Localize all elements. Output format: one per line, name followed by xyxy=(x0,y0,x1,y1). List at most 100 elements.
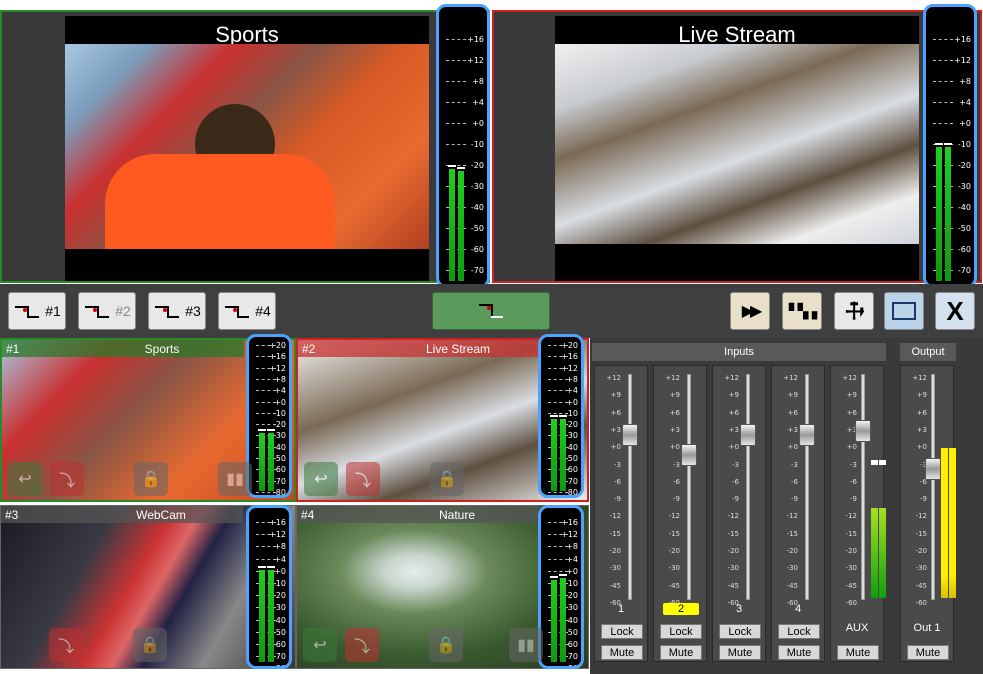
close-x-icon: X xyxy=(946,295,964,326)
transition-icon[interactable]: ↩ xyxy=(304,462,338,496)
meter-tick xyxy=(256,534,276,536)
fader-knob[interactable] xyxy=(622,424,638,447)
fader-scale-label: +12 xyxy=(783,374,798,382)
multi-cut-button[interactable]: ▘▚▗ xyxy=(782,292,822,330)
lock-icon[interactable]: 🔒 xyxy=(134,462,168,496)
fader-knob[interactable] xyxy=(799,424,815,447)
fader-scale-label: +12 xyxy=(724,374,739,382)
fader-scale-label: -6 xyxy=(614,477,621,486)
strip-name: 4 xyxy=(794,603,802,615)
fader-scale-label: +0 xyxy=(787,443,798,452)
lock-icon[interactable]: 🔒 xyxy=(430,462,464,496)
fader-scale-label: -12 xyxy=(609,512,621,521)
cut-icon xyxy=(153,300,181,322)
meter-bar xyxy=(559,415,567,491)
meter-tick xyxy=(446,144,466,145)
lock-button[interactable]: Lock xyxy=(719,624,761,639)
fader-scale-label: -6 xyxy=(732,477,739,486)
fader-scale-label: -20 xyxy=(915,547,927,555)
fader-scale-label: -3 xyxy=(850,460,857,469)
mixer-strip: +12 +9 +6 +3 +0 -3 -6 -9 -12 -15 -20 -30 -45 -60 Out 1… xyxy=(900,365,956,662)
fader-scale-label: -30 xyxy=(727,564,739,573)
cut-input-label: #3 xyxy=(185,303,201,319)
fullscreen-button[interactable] xyxy=(884,292,924,330)
meter-bar xyxy=(550,576,558,662)
meter-tick xyxy=(256,390,276,392)
fader-scale-label: +6 xyxy=(787,408,798,417)
lock-button[interactable]: Lock xyxy=(778,624,820,639)
fader-scale-label: -30 xyxy=(845,564,857,573)
fader-scale-label: -45 xyxy=(668,581,680,590)
lock-icon[interactable]: 🔒 xyxy=(133,628,167,662)
meter-tick xyxy=(548,356,568,358)
inputs-header: Inputs xyxy=(592,343,886,361)
cut-input-label: #2 xyxy=(115,303,131,319)
meter-tick xyxy=(446,60,466,61)
meter-tick xyxy=(933,81,953,82)
meter-tick xyxy=(933,39,953,40)
audio-meter-input-1: +20 +16 +12 +8 +4 +0 -10 -20 -30 -40 -50 -60 -70 -80 xyxy=(246,334,292,498)
fader-scale-label: -20 xyxy=(668,547,680,555)
cut-input-3-button[interactable]: #3 xyxy=(148,292,206,330)
transition-icon[interactable]: ↩ xyxy=(8,462,42,496)
mute-button[interactable]: Mute xyxy=(837,645,879,660)
cut-icon[interactable]: ⤵ xyxy=(49,628,83,662)
audio-mixer: Inputs Output +12 +9 +6 +3 +0 -3 -6 -9 -12 -15 -20… xyxy=(590,338,983,674)
mute-button[interactable]: Mute xyxy=(601,645,643,660)
wrench-icon: ⚒ xyxy=(838,294,871,327)
fader-scale-label: -20 xyxy=(845,547,857,555)
fader-scale-label: -3 xyxy=(673,460,680,469)
fader-scale-label: +3 xyxy=(669,425,680,434)
meter-tick xyxy=(548,412,568,414)
tile-number: #3 xyxy=(5,508,19,522)
fader-scale-label: +0 xyxy=(728,443,739,452)
meter-tick xyxy=(548,522,568,523)
pause-icon[interactable]: ▮▮ xyxy=(509,628,543,662)
audio-meter-input-4: +16 +12 +8 +4 +0 -10 -20 -30 -40 -50 -60 -70 -80 xyxy=(538,505,584,669)
meter-bar xyxy=(559,574,567,662)
cut-icon[interactable]: ⤵ xyxy=(50,462,84,496)
fader-scale-label: -15 xyxy=(915,529,927,538)
fader-scale-label: -60 xyxy=(915,598,927,607)
cut-main-button[interactable] xyxy=(432,292,550,330)
lock-button[interactable]: Lock xyxy=(660,624,702,639)
cut-input-1-button[interactable]: #1 xyxy=(8,292,66,330)
fader-scale-label: -20 xyxy=(609,547,621,555)
fader-scale-label: +0 xyxy=(610,443,621,452)
meter-tick xyxy=(548,546,568,548)
fader-scale-label: +6 xyxy=(728,408,739,417)
cut-input-2-button[interactable]: #2 xyxy=(78,292,136,330)
lock-button[interactable]: Lock xyxy=(601,624,643,639)
strip-level-bar xyxy=(949,448,956,598)
lock-icon[interactable]: 🔒 xyxy=(429,628,463,662)
output-header: Output xyxy=(900,343,956,361)
cut-icon[interactable]: ⤵ xyxy=(346,462,380,496)
close-button[interactable]: X xyxy=(935,292,975,330)
meter-tick xyxy=(256,558,276,560)
mute-button[interactable]: Mute xyxy=(907,645,949,660)
meter-scale-label: -80 xyxy=(272,664,286,669)
mixer-strip: +12 +9 +6 +3 +0 -3 -6 -9 -12 -15 -20 -30 -45 -60 3 Lock… xyxy=(712,365,766,662)
mute-button[interactable]: Mute xyxy=(660,645,702,660)
meter-bar xyxy=(448,165,456,281)
meter-tick xyxy=(548,390,568,392)
fader-knob[interactable] xyxy=(740,424,756,447)
transition-icon[interactable]: ↩ xyxy=(303,628,337,662)
pause-icon[interactable]: ▮▮ xyxy=(218,462,252,496)
output-panel: Live Stream xyxy=(492,10,982,283)
fader-scale-label: -6 xyxy=(673,477,680,486)
fader-scale-label: -45 xyxy=(786,581,798,590)
fader-knob[interactable] xyxy=(681,444,697,467)
fader-knob[interactable] xyxy=(925,457,941,480)
fader-scale-label: +12 xyxy=(842,374,857,382)
settings-button[interactable]: ⚒ xyxy=(834,292,874,330)
fader-scale-label: -45 xyxy=(727,581,739,590)
fader-knob[interactable] xyxy=(855,419,871,442)
meter-tick xyxy=(933,102,953,103)
next-frame-button[interactable]: ▶▶ xyxy=(730,292,770,330)
cut-input-4-button[interactable]: #4 xyxy=(218,292,276,330)
strip-level-bar xyxy=(941,448,948,598)
cut-icon[interactable]: ⤵ xyxy=(345,628,379,662)
mute-button[interactable]: Mute xyxy=(719,645,761,660)
mute-button[interactable]: Mute xyxy=(778,645,820,660)
